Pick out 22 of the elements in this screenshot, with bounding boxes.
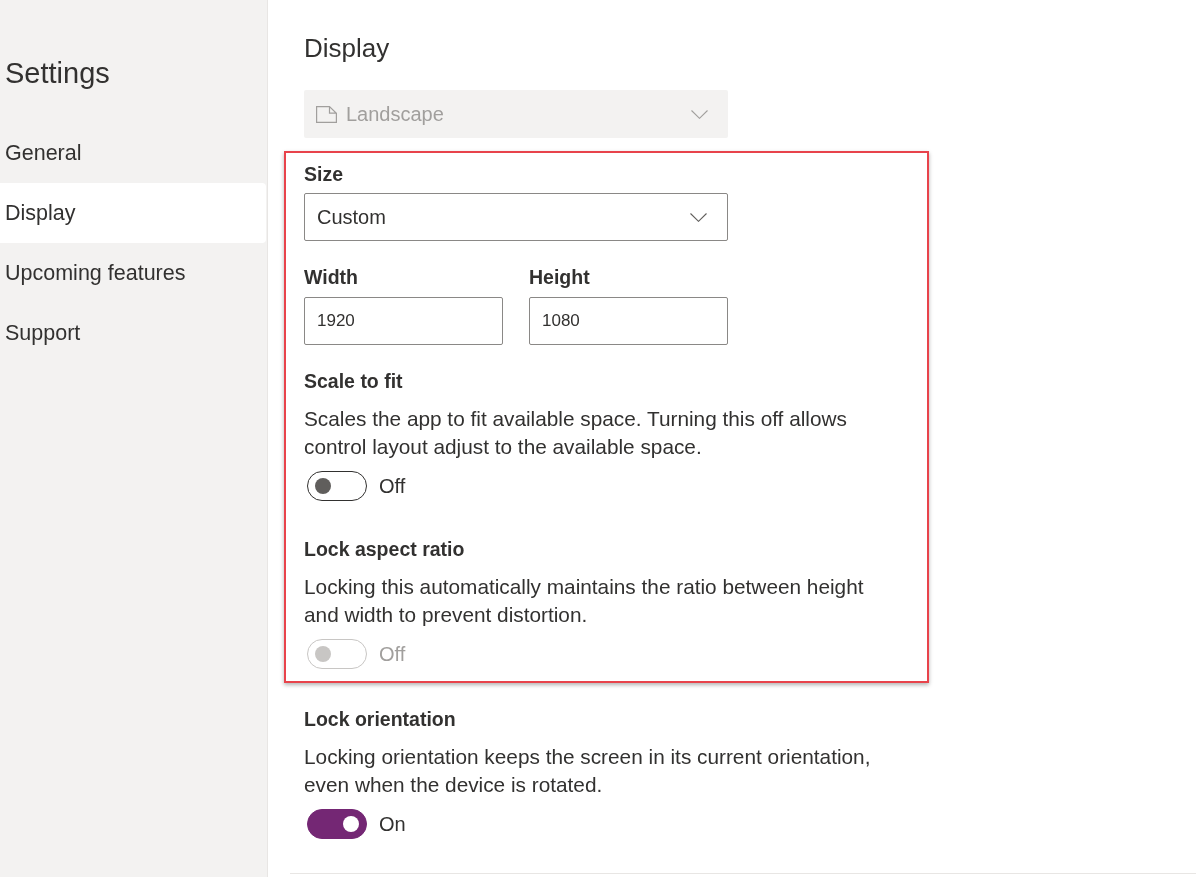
setting-description: Locking orientation keeps the screen in its current orientation, even when the device is rotated. (304, 744, 872, 798)
sidebar-item[interactable]: Support (0, 303, 266, 363)
setting-title: Scale to fit (304, 369, 403, 394)
page-title: Display (304, 32, 391, 64)
setting-title: Lock orientation (304, 707, 456, 732)
setting-description: Locking this automatically maintains the ratio between height and width to prevent distortion. (304, 574, 865, 628)
sidebar-title: Settings (4, 56, 111, 91)
setting-title: Lock aspect ratio (304, 537, 465, 562)
sidebar-item[interactable]: General (0, 123, 266, 183)
toggle-switch[interactable] (307, 809, 367, 839)
toggle-state-label: Off (379, 474, 406, 498)
sidebar-item[interactable]: Upcoming features (0, 243, 266, 303)
field-label: Width (304, 265, 358, 290)
field-label: Height (529, 265, 590, 290)
field-label: Size (304, 162, 344, 187)
page-icon (316, 105, 337, 123)
setting-description: Scales the app to fit available space. Turning this off allows control layout adjust to the available space. (304, 406, 848, 460)
chevron-down-icon (691, 109, 708, 119)
toggle-state-label: Off (379, 642, 406, 666)
chevron-down-icon (690, 212, 707, 222)
sidebar-item[interactable]: Display (0, 183, 266, 243)
toggle-state-label: On (379, 812, 406, 836)
